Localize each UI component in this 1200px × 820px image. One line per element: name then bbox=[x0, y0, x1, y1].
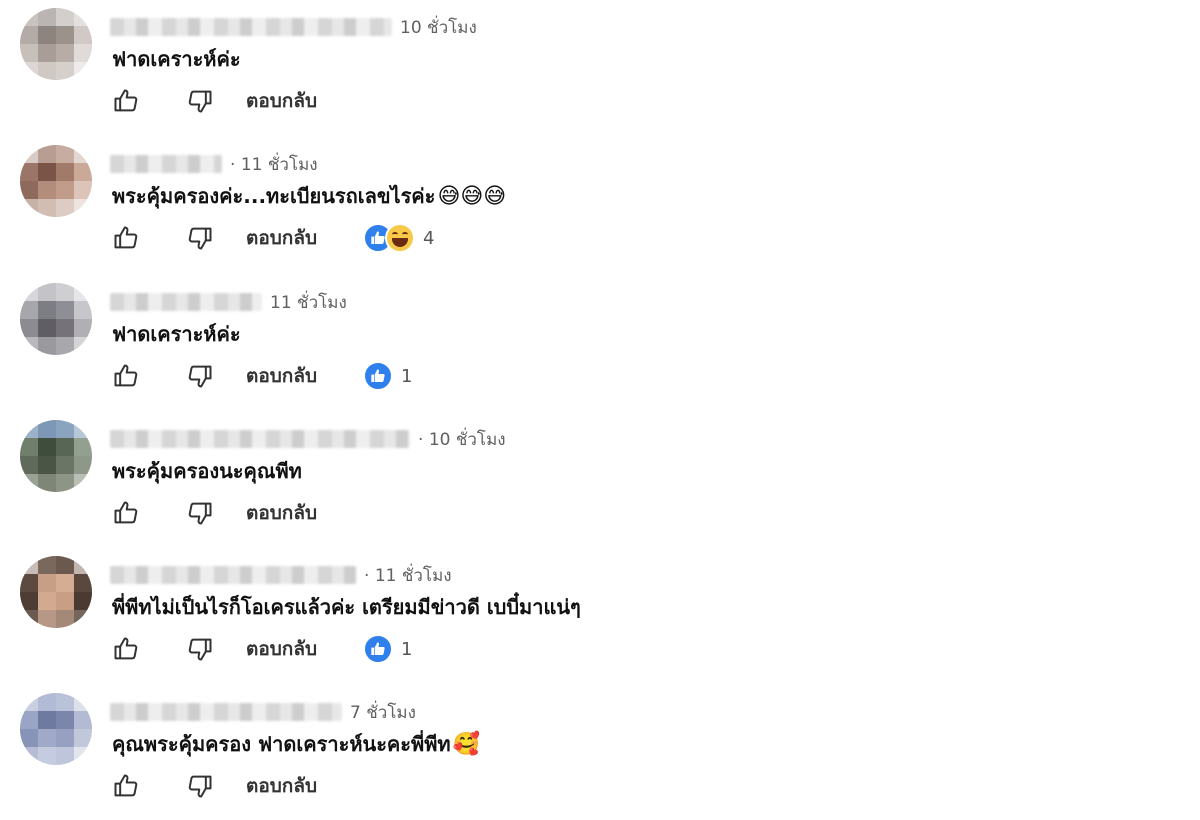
reply-button[interactable]: ตอบกลับ bbox=[246, 771, 317, 801]
comment-item: 11 ชั่วโมง ฟาดเคราะห์ค่ะ ตอบกลับ 1 bbox=[0, 275, 1200, 410]
comment-text: ฟาดเคราะห์ค่ะ bbox=[112, 43, 241, 75]
comment-text: ฟาดเคราะห์ค่ะ bbox=[112, 318, 241, 350]
reply-button[interactable]: ตอบกลับ bbox=[246, 498, 317, 528]
haha-reaction-icon bbox=[385, 223, 416, 253]
avatar[interactable] bbox=[20, 8, 92, 80]
comment-time[interactable]: 7 ชั่วโมง bbox=[350, 699, 416, 726]
time-separator: · bbox=[364, 565, 375, 586]
reply-button[interactable]: ตอบกลับ bbox=[246, 223, 317, 253]
like-reaction-icon bbox=[363, 634, 394, 664]
comment-text: พระคุ้มครองนะคุณพีท bbox=[112, 455, 302, 487]
comment-actions: ตอบกลับ bbox=[108, 495, 317, 531]
comment-item: 10 ชั่วโมง ฟาดเคราะห์ค่ะ ตอบกลับ bbox=[0, 0, 1200, 135]
thumbs-down-icon[interactable] bbox=[182, 768, 218, 804]
comment-item: · 11 ชั่วโมง พระคุ้มครองค่ะ...ทะเบียนรถเ… bbox=[0, 137, 1200, 272]
thumbs-down-icon[interactable] bbox=[182, 495, 218, 531]
comment-meta: · 11 ชั่วโมง bbox=[110, 153, 318, 175]
comment-actions: ตอบกลับ 4 bbox=[108, 220, 434, 256]
emoji-sweat-smile: 😅😅😅 bbox=[437, 184, 507, 209]
author-name[interactable] bbox=[110, 703, 342, 721]
comment-time[interactable]: 11 ชั่วโมง bbox=[270, 289, 347, 316]
reply-button[interactable]: ตอบกลับ bbox=[246, 361, 317, 391]
thumbs-up-icon[interactable] bbox=[108, 768, 144, 804]
thumbs-down-icon[interactable] bbox=[182, 358, 218, 394]
comment-meta: · 11 ชั่วโมง bbox=[110, 564, 452, 586]
comment-text-body: คุณพระคุ้มครอง ฟาดเคราะห์นะคะพี่พีท bbox=[112, 732, 451, 756]
avatar[interactable] bbox=[20, 283, 92, 355]
comment-text: คุณพระคุ้มครอง ฟาดเคราะห์นะคะพี่พีท🥰 bbox=[112, 728, 480, 760]
thumbs-down-icon[interactable] bbox=[182, 220, 218, 256]
reaction-summary[interactable]: 4 bbox=[363, 223, 434, 253]
author-name[interactable] bbox=[110, 566, 356, 584]
reaction-summary[interactable]: 1 bbox=[363, 361, 412, 391]
comment-item: 7 ชั่วโมง คุณพระคุ้มครอง ฟาดเคราะห์นะคะพ… bbox=[0, 685, 1200, 820]
comment-time[interactable]: · 11 ชั่วโมง bbox=[230, 151, 318, 178]
comment-time-value: 10 ชั่วโมง bbox=[428, 429, 506, 450]
reaction-count: 1 bbox=[401, 365, 413, 387]
comment-meta: · 10 ชั่วโมง bbox=[110, 428, 506, 450]
comment-text-body: พี่พีทไม่เป็นไรก็โอเครแล้วค่ะ เตรียมมีข่… bbox=[112, 595, 581, 619]
avatar[interactable] bbox=[20, 420, 92, 492]
comment-actions: ตอบกลับ 1 bbox=[108, 358, 412, 394]
author-name[interactable] bbox=[110, 293, 262, 311]
reaction-count: 4 bbox=[423, 227, 435, 249]
author-name[interactable] bbox=[110, 18, 392, 36]
comment-actions: ตอบกลับ bbox=[108, 83, 317, 119]
comment-meta: 11 ชั่วโมง bbox=[110, 291, 347, 313]
time-separator: · bbox=[230, 154, 241, 175]
reaction-summary[interactable]: 1 bbox=[363, 634, 412, 664]
comment-time-value: 11 ชั่วโมง bbox=[240, 154, 318, 175]
thumbs-down-icon[interactable] bbox=[182, 83, 218, 119]
avatar[interactable] bbox=[20, 145, 92, 217]
comment-meta: 10 ชั่วโมง bbox=[110, 16, 477, 38]
thumbs-up-icon[interactable] bbox=[108, 220, 144, 256]
comment-time[interactable]: · 11 ชั่วโมง bbox=[364, 562, 452, 589]
comment-time[interactable]: 10 ชั่วโมง bbox=[400, 14, 477, 41]
comment-text-body: ฟาดเคราะห์ค่ะ bbox=[112, 322, 241, 346]
thumbs-up-icon[interactable] bbox=[108, 631, 144, 667]
comment-text-body: ฟาดเคราะห์ค่ะ bbox=[112, 47, 241, 71]
author-name[interactable] bbox=[110, 155, 222, 173]
comment-item: · 11 ชั่วโมง พี่พีทไม่เป็นไรก็โอเครแล้วค… bbox=[0, 548, 1200, 683]
like-reaction-icon bbox=[363, 361, 394, 391]
avatar[interactable] bbox=[20, 556, 92, 628]
reply-button[interactable]: ตอบกลับ bbox=[246, 86, 317, 116]
avatar[interactable] bbox=[20, 693, 92, 765]
comment-text: พี่พีทไม่เป็นไรก็โอเครแล้วค่ะ เตรียมมีข่… bbox=[112, 591, 581, 623]
comment-actions: ตอบกลับ bbox=[108, 768, 317, 804]
reaction-count: 1 bbox=[401, 638, 413, 660]
thumbs-up-icon[interactable] bbox=[108, 83, 144, 119]
comment-item: · 10 ชั่วโมง พระคุ้มครองนะคุณพีท ตอบกลับ bbox=[0, 412, 1200, 547]
emoji-smiling-hearts: 🥰 bbox=[452, 732, 481, 757]
comment-text-body: พระคุ้มครองนะคุณพีท bbox=[112, 459, 302, 483]
comment-text-body: พระคุ้มครองค่ะ...ทะเบียนรถเลขไรค่ะ bbox=[112, 184, 436, 208]
comment-text: พระคุ้มครองค่ะ...ทะเบียนรถเลขไรค่ะ😅😅😅 bbox=[112, 180, 506, 212]
reply-button[interactable]: ตอบกลับ bbox=[246, 634, 317, 664]
thumbs-down-icon[interactable] bbox=[182, 631, 218, 667]
thumbs-up-icon[interactable] bbox=[108, 495, 144, 531]
author-name[interactable] bbox=[110, 430, 410, 448]
thumbs-up-icon[interactable] bbox=[108, 358, 144, 394]
comment-time[interactable]: · 10 ชั่วโมง bbox=[418, 426, 506, 453]
comment-time-value: 11 ชั่วโมง bbox=[374, 565, 452, 586]
comment-actions: ตอบกลับ 1 bbox=[108, 631, 412, 667]
time-separator: · bbox=[418, 429, 429, 450]
comment-meta: 7 ชั่วโมง bbox=[110, 701, 416, 723]
